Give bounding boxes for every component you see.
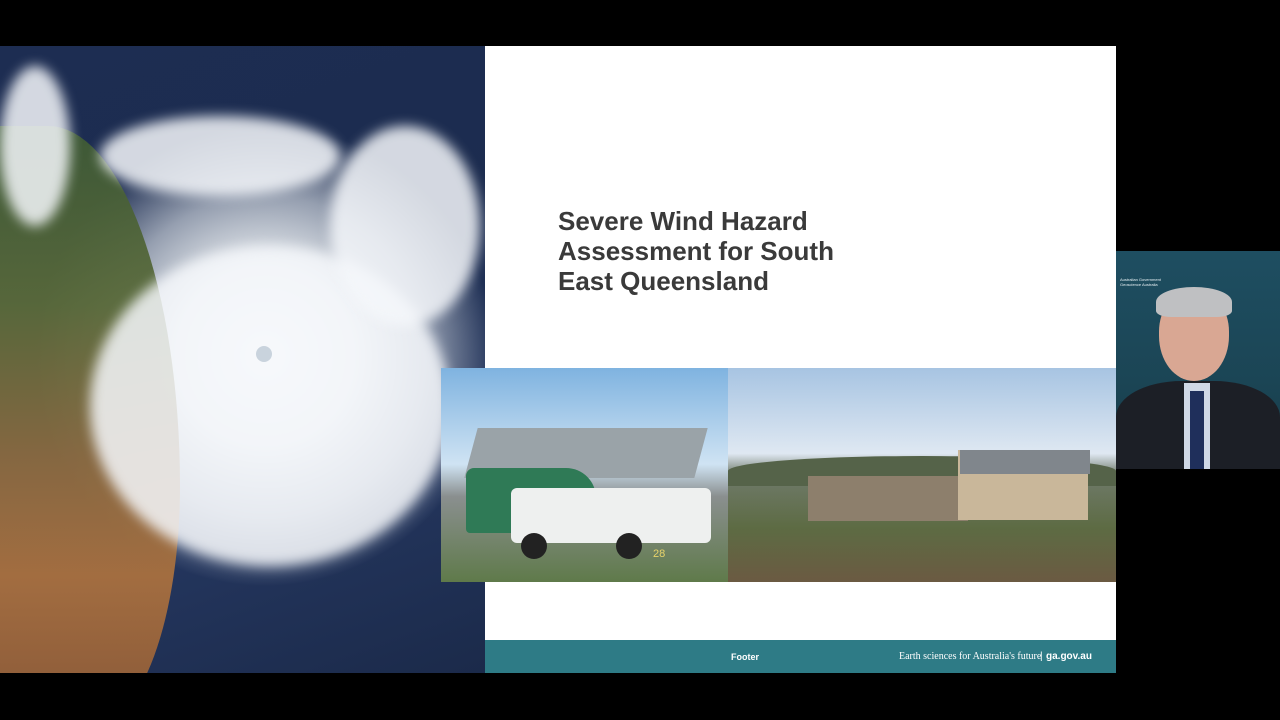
- cloud-band: [100, 116, 340, 196]
- cloud-band: [0, 66, 70, 226]
- slide-footer: Footer Earth sciences for Australia's fu…: [485, 640, 1116, 673]
- cloud-band: [330, 126, 480, 326]
- ute-wheel: [616, 533, 642, 559]
- australian-government-logo: Australian Government Geoscience Austral…: [1120, 277, 1161, 287]
- ute-wheel: [521, 533, 547, 559]
- footer-label: Footer: [731, 652, 759, 662]
- photo-date-stamp: 28: [653, 548, 666, 560]
- presenter-hair: [1156, 287, 1232, 317]
- footer-url: ga.gov.au: [1046, 651, 1092, 662]
- footer-tagline: Earth sciences for Australia's future: [899, 651, 1042, 662]
- cyclone-satellite-image: [0, 46, 485, 673]
- presenter-webcam: Australian Government Geoscience Austral…: [1116, 251, 1280, 469]
- damaged-building: [808, 476, 968, 521]
- footer-separator: |: [1040, 651, 1043, 662]
- slide-title: Severe Wind Hazard Assessment for South …: [558, 206, 834, 296]
- house-roof: [960, 450, 1090, 474]
- storm-damage-photo: [728, 368, 1116, 582]
- damaged-house-photo: 28: [441, 368, 728, 582]
- presenter-tie: [1190, 391, 1204, 469]
- cyclone-eye: [256, 346, 272, 362]
